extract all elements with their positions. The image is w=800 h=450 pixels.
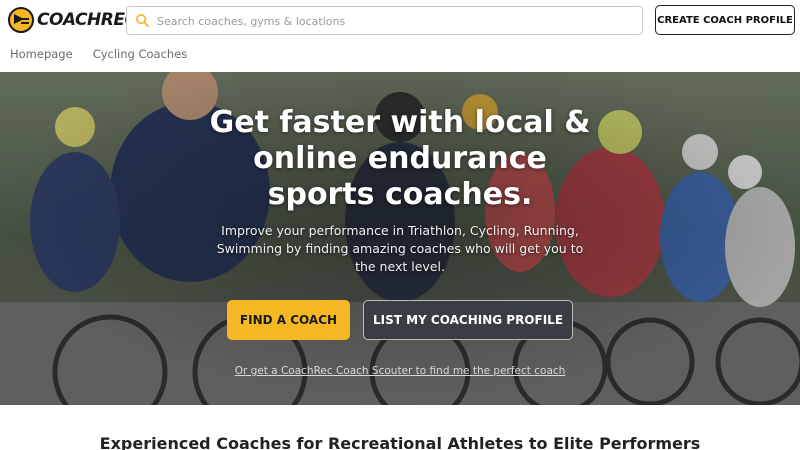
search-bar[interactable] <box>126 6 643 35</box>
hero-title-line: sports coaches. <box>267 177 533 212</box>
brand-logo[interactable]: COACHREC <box>8 7 137 33</box>
list-coaching-profile-button[interactable]: LIST MY COACHING PROFILE <box>363 300 573 340</box>
search-icon <box>136 14 149 27</box>
create-coach-profile-button[interactable]: CREATE COACH PROFILE <box>655 5 795 35</box>
section-heading: Experienced Coaches for Recreational Ath… <box>99 434 701 450</box>
site-header: COACHREC CREATE COACH PROFILE Homepage C… <box>0 0 800 72</box>
nav-cycling-coaches[interactable]: Cycling Coaches <box>93 47 188 61</box>
breadcrumb-nav: Homepage Cycling Coaches <box>10 47 187 61</box>
coach-scouter-link[interactable]: Or get a CoachRec Coach Scouter to find … <box>200 365 600 377</box>
brand-name: COACHREC <box>37 10 137 30</box>
hero-title: Get faster with local & online endurance… <box>150 105 650 213</box>
cyclist-logo-icon <box>8 7 34 33</box>
hero-subtitle: Improve your performance in Triathlon, C… <box>216 223 584 274</box>
nav-homepage[interactable]: Homepage <box>10 47 73 61</box>
hero-section: Get faster with local & online endurance… <box>0 72 800 405</box>
hero-title-line: online endurance <box>253 141 547 176</box>
search-input[interactable] <box>157 11 627 31</box>
hero-title-line: Get faster with local & <box>209 105 591 140</box>
find-a-coach-button[interactable]: FIND A COACH <box>227 300 350 340</box>
